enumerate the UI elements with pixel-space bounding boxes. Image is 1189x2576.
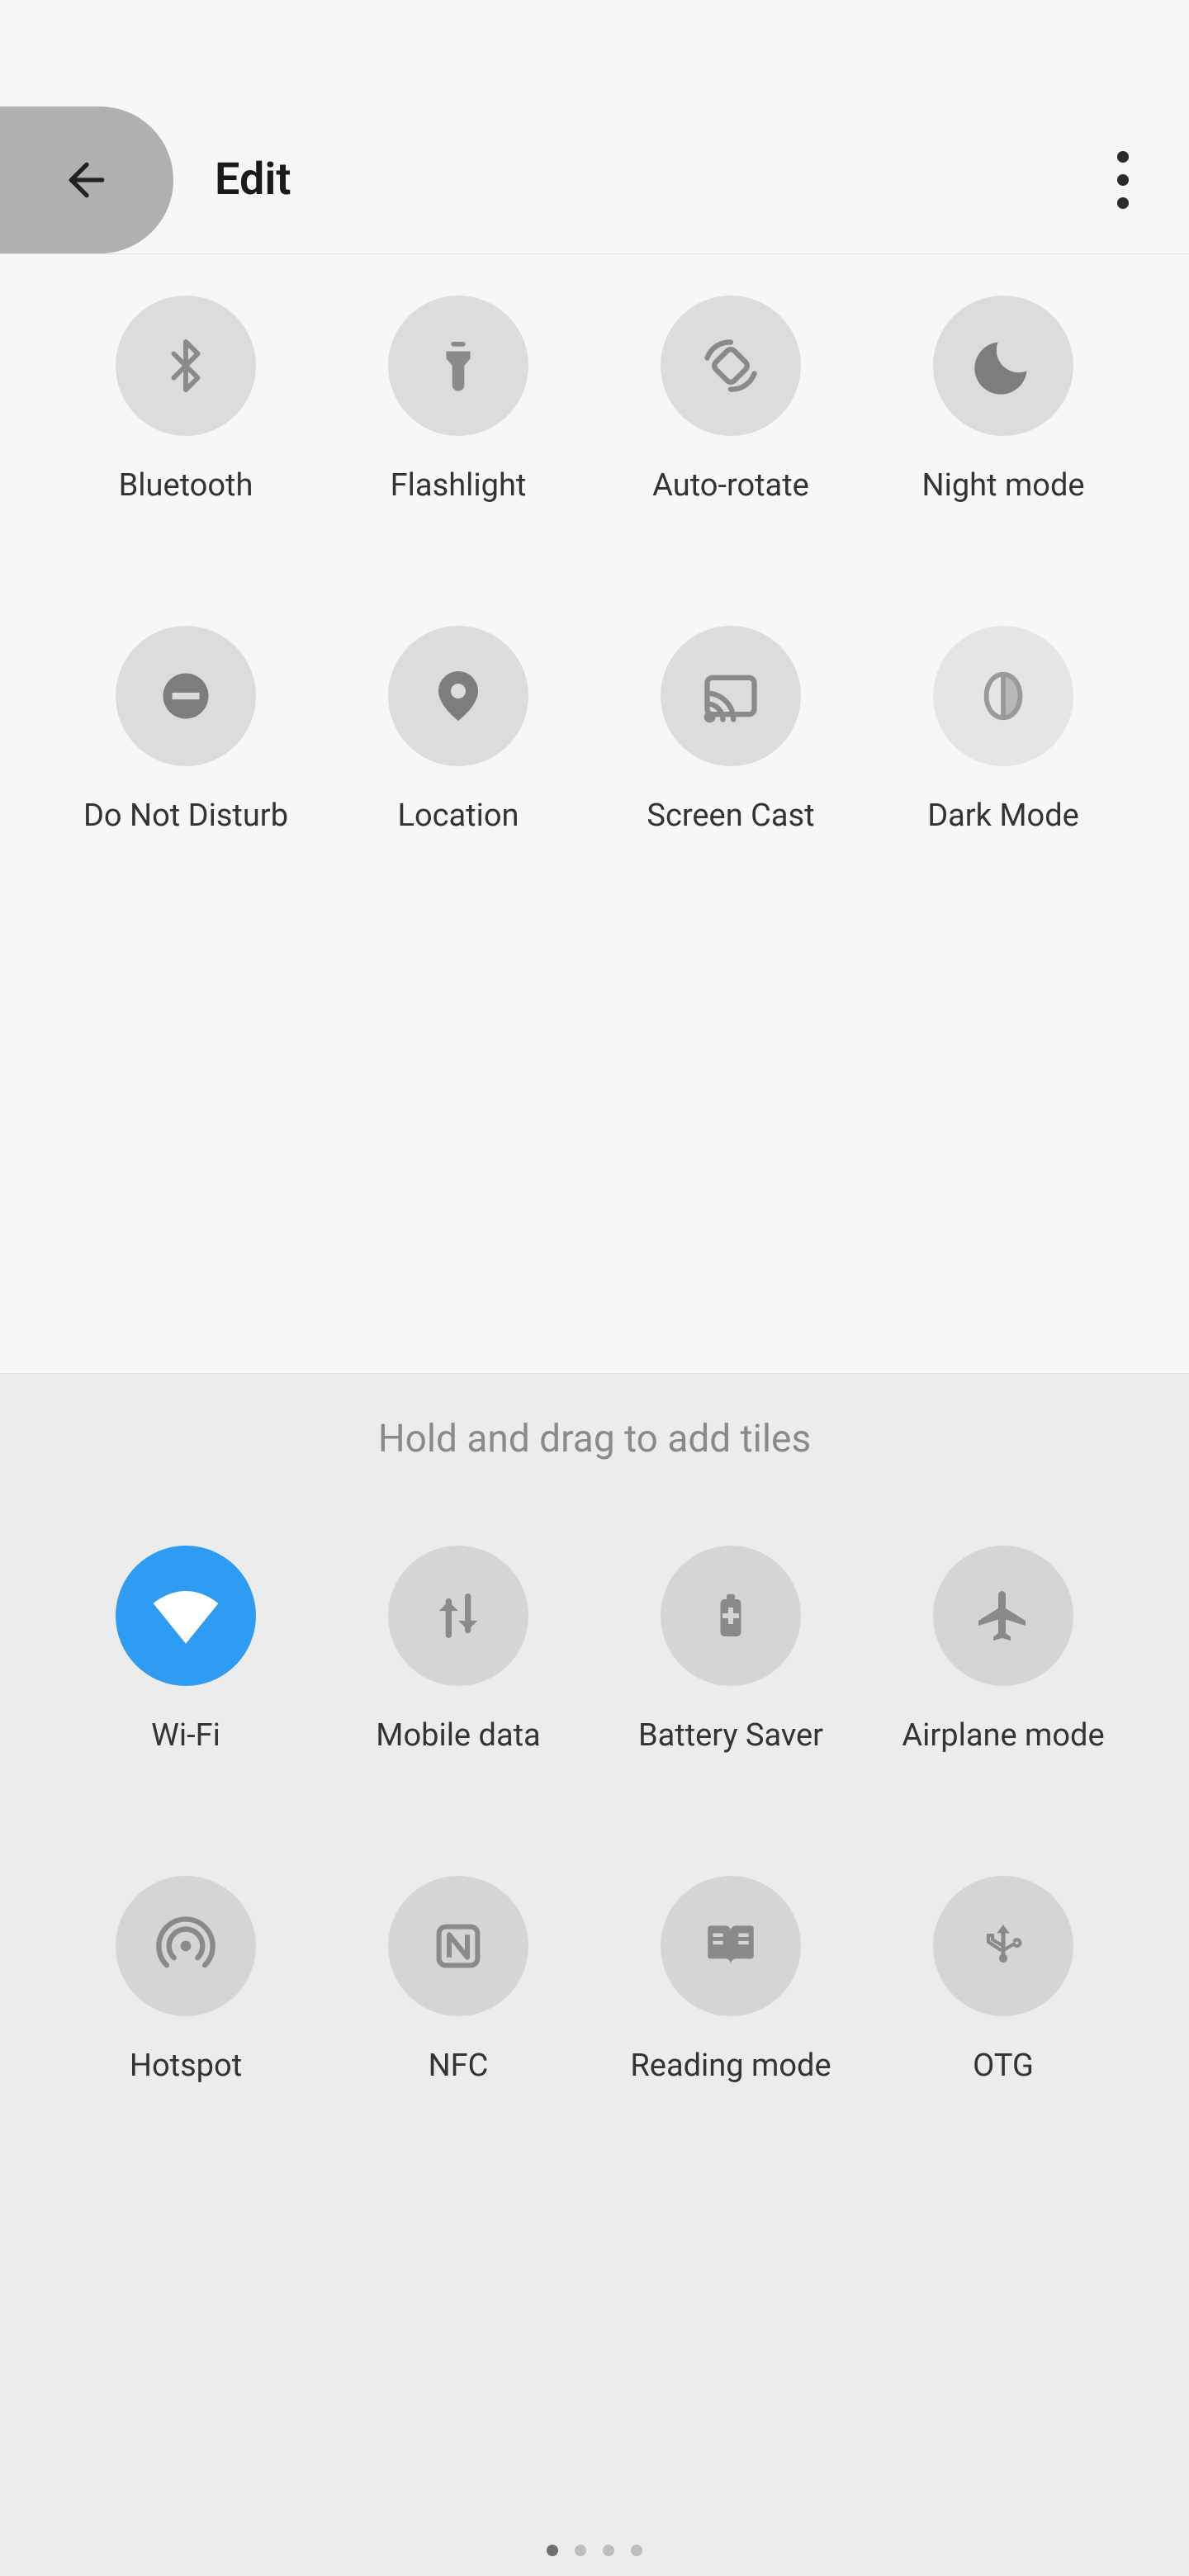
location-icon bbox=[429, 666, 488, 726]
tile-location[interactable]: Location bbox=[322, 618, 594, 948]
tile-label: Reading mode bbox=[630, 2048, 831, 2084]
more-options-button[interactable] bbox=[1098, 130, 1148, 230]
tile-nightmode[interactable]: Night mode bbox=[867, 287, 1139, 618]
mobile-data-icon bbox=[429, 1587, 487, 1645]
drag-hint-text: Hold and drag to add tiles bbox=[0, 1417, 1189, 1461]
tile-label: Night mode bbox=[921, 467, 1084, 504]
bluetooth-icon bbox=[157, 337, 215, 395]
tile-dnd[interactable]: Do Not Disturb bbox=[50, 618, 322, 948]
back-arrow-icon bbox=[60, 154, 113, 206]
tile-autorotate[interactable]: Auto-rotate bbox=[594, 287, 867, 618]
moon-icon bbox=[972, 334, 1035, 397]
back-button[interactable] bbox=[0, 107, 173, 253]
tile-label: Bluetooth bbox=[119, 467, 253, 504]
tile-label: Flashlight bbox=[391, 467, 527, 504]
current-tiles-panel: Bluetooth Flashlight Auto-rotate Night m… bbox=[0, 254, 1189, 1373]
flashlight-icon bbox=[429, 337, 487, 395]
tile-label: Hotspot bbox=[130, 2048, 242, 2084]
tile-readingmode[interactable]: Reading mode bbox=[594, 1868, 867, 2198]
autorotate-icon bbox=[699, 334, 762, 397]
tile-label: OTG bbox=[973, 2048, 1034, 2084]
hotspot-icon bbox=[154, 1915, 217, 1977]
tile-airplane[interactable]: Airplane mode bbox=[867, 1537, 1139, 1868]
tile-wifi[interactable]: Wi-Fi bbox=[50, 1537, 322, 1868]
airplane-icon bbox=[973, 1586, 1033, 1646]
page-indicator bbox=[0, 2545, 1189, 2556]
header: Edit bbox=[0, 106, 1189, 254]
dnd-icon bbox=[159, 669, 213, 723]
tile-nfc[interactable]: NFC bbox=[322, 1868, 594, 2198]
tile-bluetooth[interactable]: Bluetooth bbox=[50, 287, 322, 618]
tile-screencast[interactable]: Screen Cast bbox=[594, 618, 867, 948]
tile-hotspot[interactable]: Hotspot bbox=[50, 1868, 322, 2198]
battery-icon bbox=[706, 1586, 756, 1646]
page-dot bbox=[603, 2545, 614, 2556]
tile-otg[interactable]: OTG bbox=[867, 1868, 1139, 2198]
page-dot bbox=[631, 2545, 642, 2556]
page-dot bbox=[547, 2545, 558, 2556]
tile-mobiledata[interactable]: Mobile data bbox=[322, 1537, 594, 1868]
tile-label: Dark Mode bbox=[927, 798, 1079, 834]
tile-batterysaver[interactable]: Battery Saver bbox=[594, 1537, 867, 1868]
tile-label: Battery Saver bbox=[638, 1717, 823, 1754]
tile-flashlight[interactable]: Flashlight bbox=[322, 287, 594, 618]
book-icon bbox=[700, 1915, 761, 1977]
cast-icon bbox=[699, 665, 762, 727]
page-title: Edit bbox=[215, 154, 291, 206]
available-tiles-panel: Hold and drag to add tiles Wi-Fi Mobile … bbox=[0, 1373, 1189, 2576]
tile-label: Location bbox=[397, 798, 519, 834]
usb-icon bbox=[978, 1914, 1029, 1978]
tile-label: Mobile data bbox=[376, 1717, 540, 1754]
tile-label: NFC bbox=[429, 2048, 489, 2084]
tile-label: Do Not Disturb bbox=[83, 798, 288, 834]
tile-label: Wi-Fi bbox=[151, 1717, 220, 1754]
tile-label: Airplane mode bbox=[902, 1717, 1104, 1754]
contrast-icon bbox=[974, 667, 1032, 725]
nfc-icon bbox=[431, 1919, 486, 1973]
tile-label: Screen Cast bbox=[647, 798, 814, 834]
tile-label: Auto-rotate bbox=[652, 467, 809, 504]
page-dot bbox=[575, 2545, 586, 2556]
more-dots-icon bbox=[1117, 151, 1129, 163]
tile-darkmode[interactable]: Dark Mode bbox=[867, 618, 1139, 948]
wifi-icon bbox=[149, 1579, 223, 1653]
